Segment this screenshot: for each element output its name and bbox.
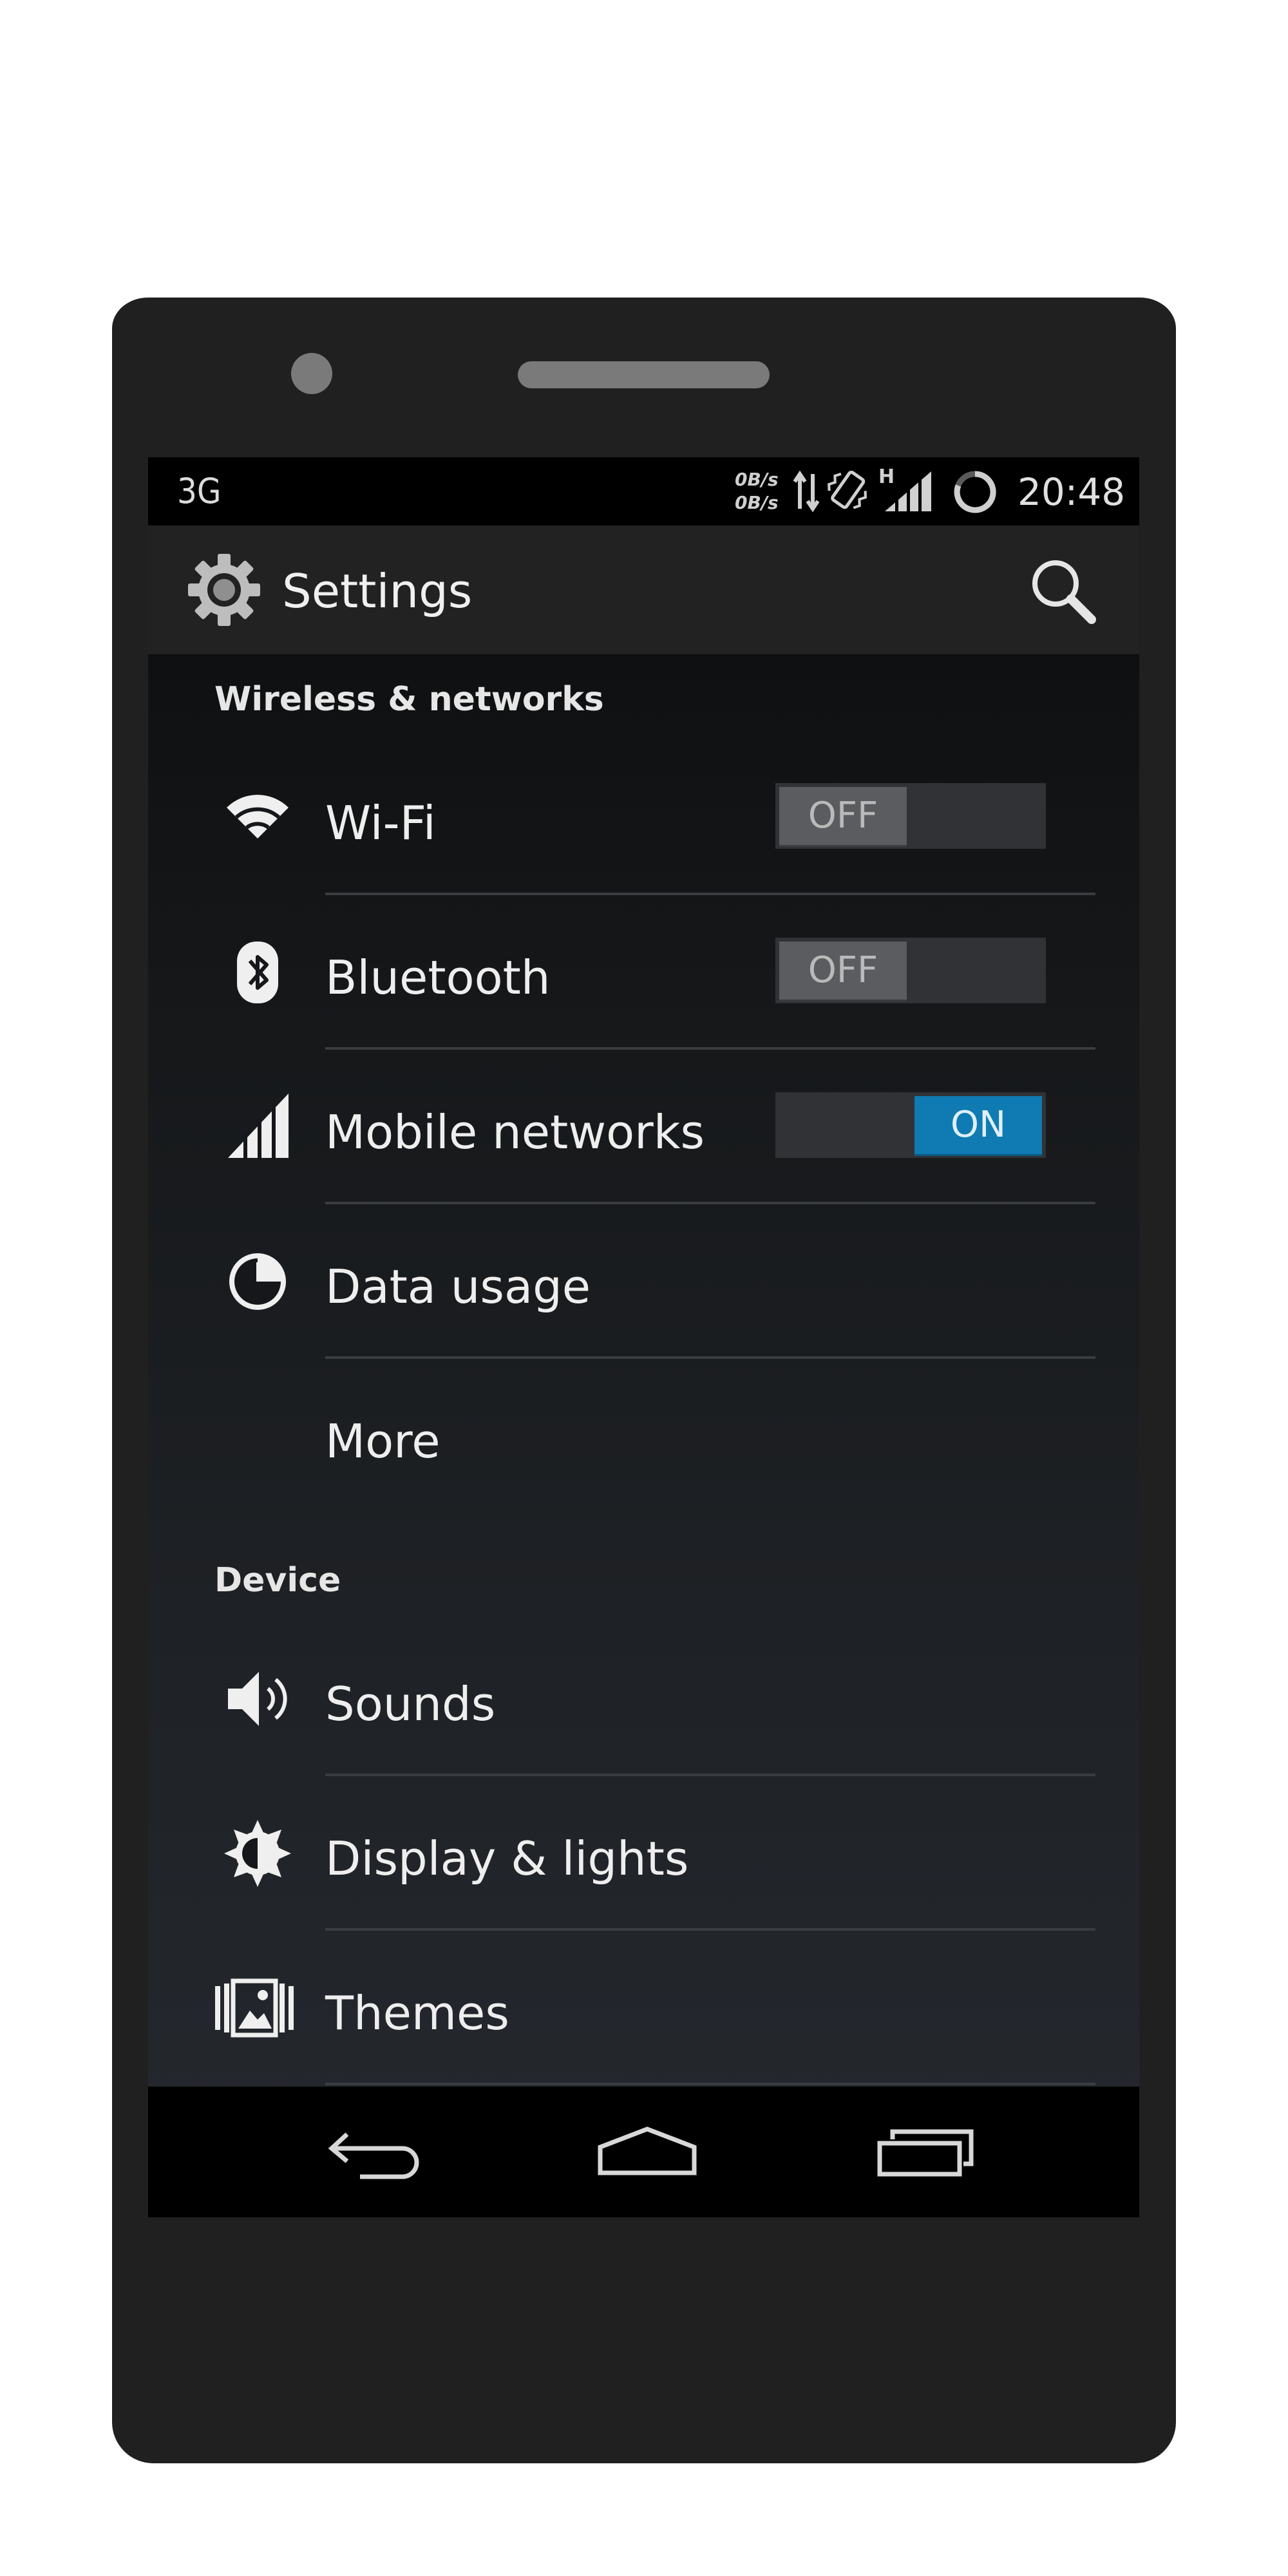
download-rate: 0B/s [735, 492, 779, 513]
toggle-state: OFF [779, 942, 907, 1001]
upload-rate: 0B/s [735, 469, 779, 490]
data-rates: 0B/s 0B/s [735, 468, 793, 515]
data-usage-icon [229, 1253, 286, 1310]
mobile-networks-toggle[interactable]: ON [775, 1092, 1046, 1158]
page-title: Settings [282, 564, 473, 618]
status-bar: 3G 0B/s 0B/s H 20:48 [148, 457, 1139, 526]
section-header-device: Device [214, 1561, 341, 1600]
settings-item-mobile-networks[interactable]: Mobile networks ON [148, 1050, 1139, 1204]
settings-item-label: Mobile networks [325, 1105, 705, 1159]
settings-item-label: More [325, 1414, 440, 1468]
settings-item-themes[interactable]: Themes [148, 1931, 1139, 2085]
settings-item-label: Sounds [325, 1677, 496, 1731]
clock: 20:48 [1018, 470, 1126, 514]
signal-bars-icon [228, 1094, 289, 1159]
screen: 3G 0B/s 0B/s H 20:48 Settings Wireless &… [148, 457, 1139, 2217]
navigation-bar [148, 2087, 1139, 2217]
settings-item-label: Bluetooth [325, 951, 551, 1005]
settings-item-sounds[interactable]: Sounds [148, 1622, 1139, 1776]
settings-item-wifi[interactable]: Wi-Fi OFF [148, 741, 1139, 895]
earpiece-speaker [518, 361, 770, 388]
section-header-wireless: Wireless & networks [214, 680, 604, 719]
search-icon[interactable] [1025, 553, 1099, 627]
settings-item-display-lights[interactable]: Display & lights [148, 1776, 1139, 1931]
bluetooth-icon [237, 942, 278, 1003]
wifi-toggle[interactable]: OFF [775, 783, 1046, 849]
settings-item-bluetooth[interactable]: Bluetooth OFF [148, 895, 1139, 1050]
toggle-state: ON [914, 1096, 1042, 1156]
settings-item-label: Themes [325, 1986, 509, 2040]
settings-gear-icon[interactable] [184, 550, 264, 630]
toggle-state: OFF [779, 787, 907, 847]
settings-item-data-usage[interactable]: Data usage [148, 1204, 1139, 1359]
battery-ring-icon [954, 471, 996, 513]
back-icon[interactable] [321, 2117, 431, 2182]
action-bar: Settings [148, 526, 1139, 656]
network-type: 3G [177, 471, 222, 511]
brightness-icon [224, 1820, 291, 1887]
speaker-icon [228, 1672, 287, 1726]
vibrate-icon [828, 470, 867, 509]
settings-item-label: Display & lights [325, 1832, 689, 1886]
recents-icon[interactable] [873, 2117, 983, 2182]
settings-item-label: Wi-Fi [325, 796, 436, 850]
home-icon[interactable] [592, 2117, 702, 2182]
themes-icon [215, 1978, 294, 2038]
bluetooth-toggle[interactable]: OFF [775, 938, 1046, 1003]
signal-icon [885, 471, 931, 513]
divider [325, 2083, 1095, 2085]
wifi-icon [227, 795, 289, 838]
settings-item-more[interactable]: More [148, 1359, 1139, 1513]
front-camera [291, 353, 332, 394]
settings-item-label: Data usage [325, 1260, 591, 1314]
data-transfer-icon [793, 470, 820, 513]
